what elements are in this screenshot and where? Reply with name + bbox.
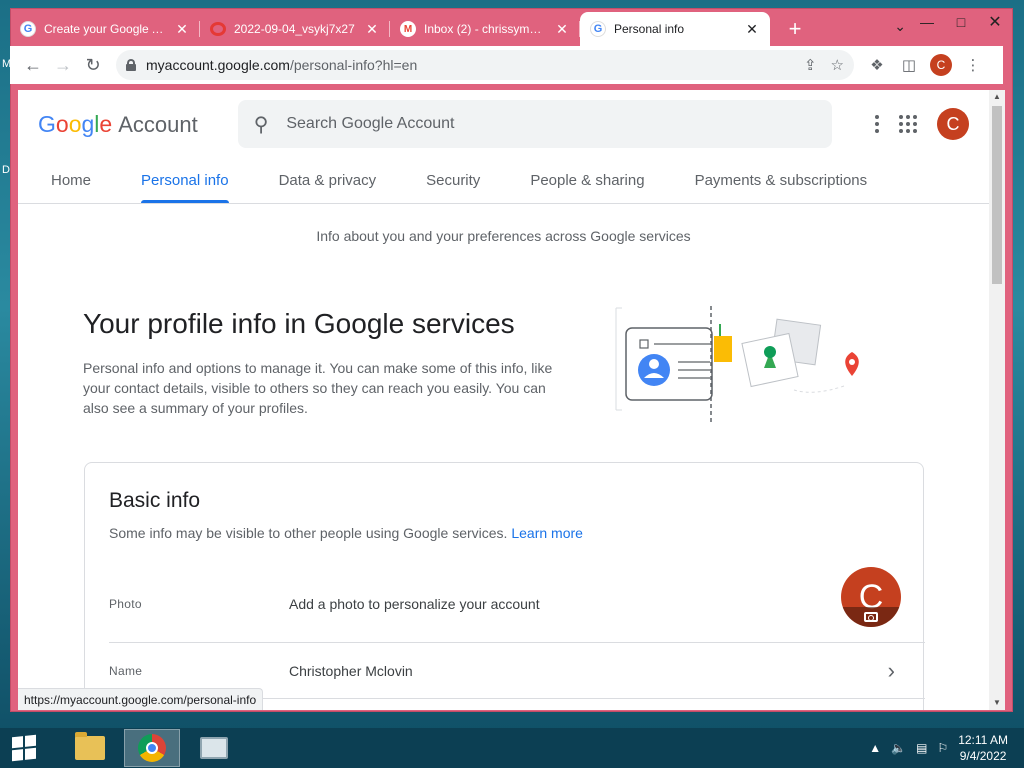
kebab-menu-icon[interactable]: ⋮ — [962, 54, 984, 76]
page-description: Personal info and options to manage it. … — [83, 360, 553, 416]
name-label: Name — [109, 663, 143, 678]
profile-photo-avatar[interactable]: C — [841, 567, 901, 627]
side-panel-icon[interactable]: ◫ — [898, 54, 920, 76]
tab-title: Personal info — [614, 22, 685, 36]
photo-row[interactable]: Photo Add a photo to personalize your ac… — [109, 565, 925, 643]
learn-more-link[interactable]: Learn more — [511, 525, 583, 541]
profile-illustration — [615, 306, 859, 424]
address-bar[interactable]: myaccount.google.com/personal-info?hl=en… — [116, 50, 854, 80]
tab-data-privacy[interactable]: Data & privacy — [262, 158, 394, 203]
url-path: /personal-info?hl=en — [289, 57, 418, 73]
account-search-input[interactable]: ⚲ Search Google Account — [237, 100, 832, 148]
tab-home[interactable]: Home — [34, 158, 108, 203]
google-g-icon: G — [20, 21, 36, 37]
chrome-icon — [138, 734, 166, 762]
tab-title: Create your Google Account — [44, 22, 166, 36]
extensions-puzzle-icon[interactable]: ❖ — [866, 54, 888, 76]
tab-people-sharing[interactable]: People & sharing — [513, 158, 661, 203]
card-title: Basic info — [109, 489, 201, 512]
search-placeholder: Search Google Account — [286, 115, 455, 132]
tab-security[interactable]: Security — [409, 158, 497, 203]
account-header: Google Account ⚲ Search Google Account C — [18, 90, 989, 158]
page-tagline: Info about you and your preferences acro… — [316, 228, 691, 244]
status-bar-url: https://myaccount.google.com/personal-in… — [18, 688, 264, 710]
forward-arrow-icon[interactable]: → — [48, 50, 78, 80]
scroll-up-arrow-icon[interactable]: ▲ — [989, 90, 1005, 104]
windows-logo-icon — [12, 734, 36, 762]
close-icon[interactable]: ✕ — [554, 21, 570, 38]
system-tray: ▲ 🔈 ▤ ⚐ 12:11 AM 9/4/2022 — [869, 732, 1024, 764]
new-tab-button[interactable]: + — [782, 12, 808, 46]
clock[interactable]: 12:11 AM 9/4/2022 — [958, 732, 1008, 764]
page-scrollbar[interactable]: ▲ ▼ — [989, 90, 1005, 710]
tab-title: 2022-09-04_vsykj7x27 — [234, 22, 355, 36]
minimize-button[interactable]: — — [910, 9, 944, 35]
tab-personal-info[interactable]: G Personal info ✕ — [580, 12, 770, 46]
file-explorer-button[interactable] — [62, 729, 118, 767]
search-icon: ⚲ — [253, 113, 269, 136]
action-center-icon[interactable]: ⚐ — [937, 741, 948, 755]
window-controls: — □ ✕ — [910, 9, 1012, 35]
clock-time: 12:11 AM — [958, 733, 1008, 747]
account-nav: Home Personal info Data & privacy Securi… — [18, 158, 989, 204]
monitor-icon — [200, 737, 228, 759]
reload-icon[interactable]: ↻ — [78, 50, 108, 80]
tab-inbox[interactable]: M Inbox (2) - chrissymclovin ✕ — [390, 12, 580, 46]
gmail-icon: M — [400, 21, 416, 37]
start-button[interactable] — [0, 728, 48, 768]
volume-muted-icon[interactable]: 🔈 — [891, 741, 906, 755]
chevron-right-icon: › — [887, 657, 895, 683]
page-content: Google Account ⚲ Search Google Account C… — [18, 90, 989, 710]
chrome-taskbar-button[interactable] — [124, 729, 180, 767]
apps-grid-icon[interactable] — [899, 115, 917, 133]
tab-title: Inbox (2) - chrissymclovin — [424, 22, 546, 36]
account-avatar[interactable]: C — [937, 108, 969, 140]
ring-icon — [210, 22, 226, 36]
close-icon[interactable]: ✕ — [364, 21, 380, 38]
tab-payments[interactable]: Payments & subscriptions — [678, 158, 885, 203]
network-icon[interactable]: ▤ — [916, 741, 927, 755]
url-host: myaccount.google.com — [146, 57, 290, 73]
photo-label: Photo — [109, 596, 142, 611]
folder-icon — [75, 732, 105, 760]
clock-date: 9/4/2022 — [959, 749, 1007, 763]
page-title: Your profile info in Google services — [83, 308, 515, 339]
basic-info-card: Basic info Some info may be visible to o… — [84, 462, 925, 710]
tab-create-account[interactable]: G Create your Google Account ✕ — [10, 12, 200, 46]
share-icon[interactable]: ⇪ — [804, 56, 817, 74]
profile-avatar[interactable]: C — [930, 54, 952, 76]
star-icon[interactable]: ☆ — [831, 56, 844, 74]
hero-section: Your profile info in Google services Per… — [18, 244, 989, 464]
more-options-icon[interactable] — [875, 115, 879, 133]
tab-search-chevron-icon[interactable]: ⌄ — [894, 18, 906, 35]
lock-icon[interactable] — [126, 59, 136, 71]
close-window-button[interactable]: ✕ — [978, 9, 1012, 35]
monitor-app-button[interactable] — [186, 729, 242, 767]
scroll-down-arrow-icon[interactable]: ▼ — [989, 696, 1005, 710]
close-icon[interactable]: ✕ — [174, 21, 190, 38]
google-account-logo[interactable]: Google Account — [38, 111, 198, 138]
tab-strip: G Create your Google Account ✕ 2022-09-0… — [10, 12, 808, 46]
photo-value: Add a photo to personalize your account — [289, 595, 540, 612]
scroll-thumb[interactable] — [992, 106, 1002, 284]
name-value: Christopher Mclovin — [289, 662, 413, 679]
tab-personal-info[interactable]: Personal info — [124, 158, 246, 203]
camera-icon — [864, 612, 878, 622]
tray-expand-icon[interactable]: ▲ — [869, 741, 881, 755]
close-icon[interactable]: ✕ — [744, 21, 760, 38]
back-arrow-icon[interactable]: ← — [18, 50, 48, 80]
maximize-button[interactable]: □ — [944, 9, 978, 35]
browser-toolbar: ← → ↻ myaccount.google.com/personal-info… — [10, 46, 1003, 84]
desktop-edge-label: D — [2, 164, 10, 176]
tab-file[interactable]: 2022-09-04_vsykj7x27 ✕ — [200, 12, 390, 46]
taskbar: ▲ 🔈 ▤ ⚐ 12:11 AM 9/4/2022 — [0, 728, 1024, 768]
google-g-icon: G — [590, 21, 606, 37]
card-subtitle: Some info may be visible to other people… — [109, 525, 583, 541]
